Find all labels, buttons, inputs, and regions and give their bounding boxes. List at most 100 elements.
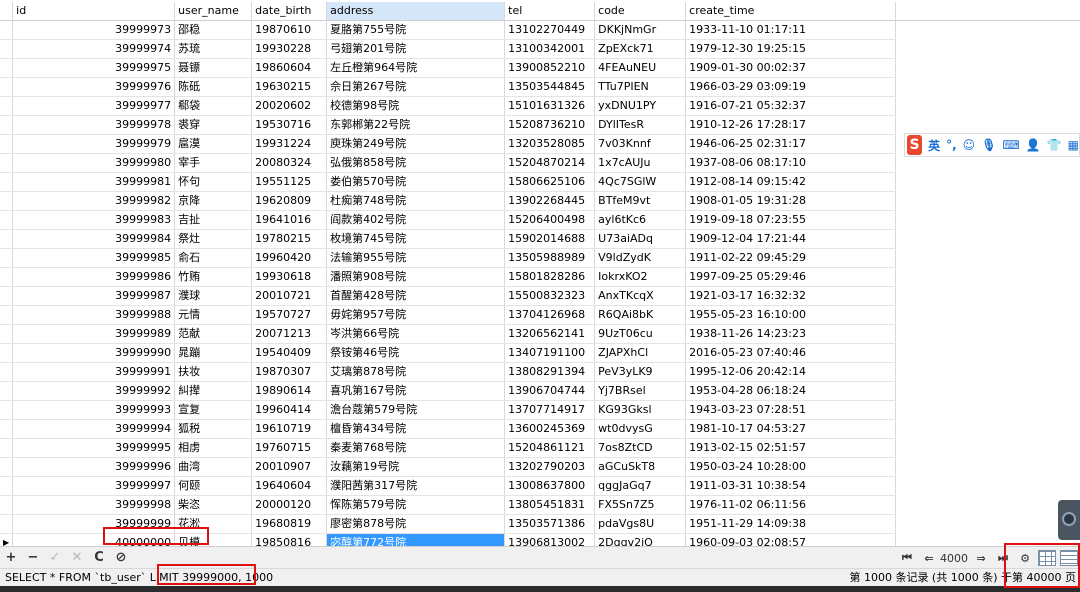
cell-create-time[interactable]: 1981-10-17 04:53:27 <box>685 419 897 440</box>
cell-tel[interactable]: 15206400498 <box>504 210 596 231</box>
cell-create-time[interactable]: 1911-03-31 10:38:54 <box>685 476 897 497</box>
table-row[interactable]: 39999990 晁蹦 19540409 祭铵第46号院 13407191100 ZJAP… <box>0 343 897 364</box>
cell-date-birth[interactable]: 20080324 <box>251 153 328 174</box>
cell-create-time[interactable]: 1909-01-30 00:02:37 <box>685 58 897 79</box>
cell-tel[interactable]: 13900852210 <box>504 58 596 79</box>
table-row[interactable]: ▶ 40000000 贝模 19850816 宓醇第772号院 13906813002 2D… <box>0 533 897 546</box>
cell-user-name[interactable]: 扶妆 <box>174 362 253 383</box>
table-row[interactable]: 39999974 苏琉 19930228 弓翅第201号院 13100342001 ZpE… <box>0 39 897 60</box>
cell-date-birth[interactable]: 19641016 <box>251 210 328 231</box>
row-indicator[interactable] <box>0 39 14 60</box>
cell-address[interactable]: 左丘橙第964号院 <box>326 58 506 79</box>
cell-address[interactable]: 阎款第402号院 <box>326 210 506 231</box>
column-header-date-birth[interactable]: date_birth <box>251 2 328 22</box>
cell-id[interactable]: 39999987 <box>12 286 176 307</box>
row-indicator[interactable] <box>0 514 14 535</box>
cell-address[interactable]: 祭铵第46号院 <box>326 343 506 364</box>
last-page-button[interactable]: ⏭ <box>992 548 1014 568</box>
column-header-create-time[interactable]: create_time <box>685 2 897 22</box>
cell-tel[interactable]: 13102270449 <box>504 20 596 41</box>
cell-id[interactable]: 39999983 <box>12 210 176 231</box>
smiley-icon[interactable]: ☺ <box>963 138 976 152</box>
cell-create-time[interactable]: 1912-08-14 09:15:42 <box>685 172 897 193</box>
cell-date-birth[interactable]: 19860604 <box>251 58 328 79</box>
cell-id[interactable]: 39999998 <box>12 495 176 516</box>
cell-date-birth[interactable]: 19960414 <box>251 400 328 421</box>
cell-create-time[interactable]: 1909-12-04 17:21:44 <box>685 229 897 250</box>
user-icon[interactable]: 👤 <box>1026 138 1041 152</box>
cell-create-time[interactable]: 1921-03-17 16:32:32 <box>685 286 897 307</box>
cell-address[interactable]: 弘俄第858号院 <box>326 153 506 174</box>
cell-code[interactable]: TTu7PIEN <box>594 77 687 98</box>
cell-id[interactable]: 39999988 <box>12 305 176 326</box>
cell-address[interactable]: 枚境第745号院 <box>326 229 506 250</box>
cell-address[interactable]: 佘日第267号院 <box>326 77 506 98</box>
row-indicator[interactable] <box>0 20 14 41</box>
table-row[interactable]: 39999994 狐税 19610719 檀昏第434号院 13600245369 wt0… <box>0 419 897 440</box>
cell-user-name[interactable]: 元情 <box>174 305 253 326</box>
table-row[interactable]: 39999998 柴恣 20000120 恽陈第579号院 13805451831 FX5… <box>0 495 897 516</box>
cell-date-birth[interactable]: 19530716 <box>251 115 328 136</box>
table-row[interactable]: 39999999 花淞 19680819 廖密第878号院 13503571386 pda… <box>0 514 897 535</box>
cell-address[interactable]: 杜痴第748号院 <box>326 191 506 212</box>
cell-user-name[interactable]: 怀句 <box>174 172 253 193</box>
cell-id[interactable]: 39999974 <box>12 39 176 60</box>
cell-code[interactable]: 2Dggv2jQ <box>594 533 687 546</box>
cell-id[interactable]: 39999993 <box>12 400 176 421</box>
discard-changes-button[interactable]: ✕ <box>66 548 88 568</box>
cell-create-time[interactable]: 1946-06-25 02:31:17 <box>685 134 897 155</box>
cell-code[interactable]: PeV3yLK9 <box>594 362 687 383</box>
cell-tel[interactable]: 15101631326 <box>504 96 596 117</box>
cell-user-name[interactable]: 糾撵 <box>174 381 253 402</box>
table-row[interactable]: 39999973 邵稳 19870610 夏胳第755号院 13102270449 DKK… <box>0 20 897 41</box>
cell-code[interactable]: ZpEXck71 <box>594 39 687 60</box>
column-header-user-name[interactable]: user_name <box>174 2 253 22</box>
row-indicator[interactable] <box>0 457 14 478</box>
row-indicator[interactable] <box>0 324 14 345</box>
mic-icon[interactable]: 🎙 <box>981 138 996 152</box>
cell-tel[interactable]: 13206562141 <box>504 324 596 345</box>
cell-code[interactable]: pdaVgs8U <box>594 514 687 535</box>
form-view-icon[interactable] <box>1060 550 1078 566</box>
table-row[interactable]: 39999978 裘穿 19530716 东郭郴第22号院 15208736210 DYl… <box>0 115 897 136</box>
cell-create-time[interactable]: 1937-08-06 08:17:10 <box>685 153 897 174</box>
row-indicator[interactable] <box>0 305 14 326</box>
cell-id[interactable]: 39999992 <box>12 381 176 402</box>
cell-user-name[interactable]: 扈漠 <box>174 134 253 155</box>
cell-address[interactable]: 娄伯第570号院 <box>326 172 506 193</box>
cell-tel[interactable]: 13503544845 <box>504 77 596 98</box>
cell-user-name[interactable]: 花淞 <box>174 514 253 535</box>
cell-tel[interactable]: 15204870214 <box>504 153 596 174</box>
cell-id[interactable]: 39999979 <box>12 134 176 155</box>
cell-date-birth[interactable]: 19931224 <box>251 134 328 155</box>
row-indicator[interactable] <box>0 381 14 402</box>
cell-tel[interactable]: 13407191100 <box>504 343 596 364</box>
shirt-icon[interactable]: 👕 <box>1047 138 1062 152</box>
cell-tel[interactable]: 15801828286 <box>504 267 596 288</box>
cell-date-birth[interactable]: 19890614 <box>251 381 328 402</box>
cell-date-birth[interactable]: 19780215 <box>251 229 328 250</box>
cell-date-birth[interactable]: 20000120 <box>251 495 328 516</box>
cell-tel[interactable]: 13100342001 <box>504 39 596 60</box>
cell-tel[interactable]: 13906813002 <box>504 533 596 546</box>
cell-user-name[interactable]: 狐税 <box>174 419 253 440</box>
cell-date-birth[interactable]: 19930618 <box>251 267 328 288</box>
table-row[interactable]: 39999989 范献 20071213 岑洪第66号院 13206562141 9UzT… <box>0 324 897 345</box>
cell-code[interactable]: KG93Gksl <box>594 400 687 421</box>
cell-code[interactable]: DYlITesR <box>594 115 687 136</box>
cell-create-time[interactable]: 1908-01-05 19:31:28 <box>685 191 897 212</box>
cell-user-name[interactable]: 俞石 <box>174 248 253 269</box>
cell-user-name[interactable]: 京降 <box>174 191 253 212</box>
table-row[interactable]: 39999991 扶妆 19870307 艾璃第878号院 13808291394 PeV… <box>0 362 897 383</box>
cell-create-time[interactable]: 2016-05-23 07:40:46 <box>685 343 897 364</box>
cell-address[interactable]: 毋姹第957号院 <box>326 305 506 326</box>
cell-create-time[interactable]: 1910-12-26 17:28:17 <box>685 115 897 136</box>
cell-code[interactable]: 9UzT06cu <box>594 324 687 345</box>
stop-button[interactable]: ⊘ <box>110 548 132 568</box>
cell-address[interactable]: 夏胳第755号院 <box>326 20 506 41</box>
row-indicator[interactable] <box>0 172 14 193</box>
cell-code[interactable]: U73aiADq <box>594 229 687 250</box>
cell-create-time[interactable]: 1976-11-02 06:11:56 <box>685 495 897 516</box>
table-row[interactable]: 39999988 元情 19570727 毋姹第957号院 13704126968 R6Q… <box>0 305 897 326</box>
row-indicator[interactable] <box>0 191 14 212</box>
